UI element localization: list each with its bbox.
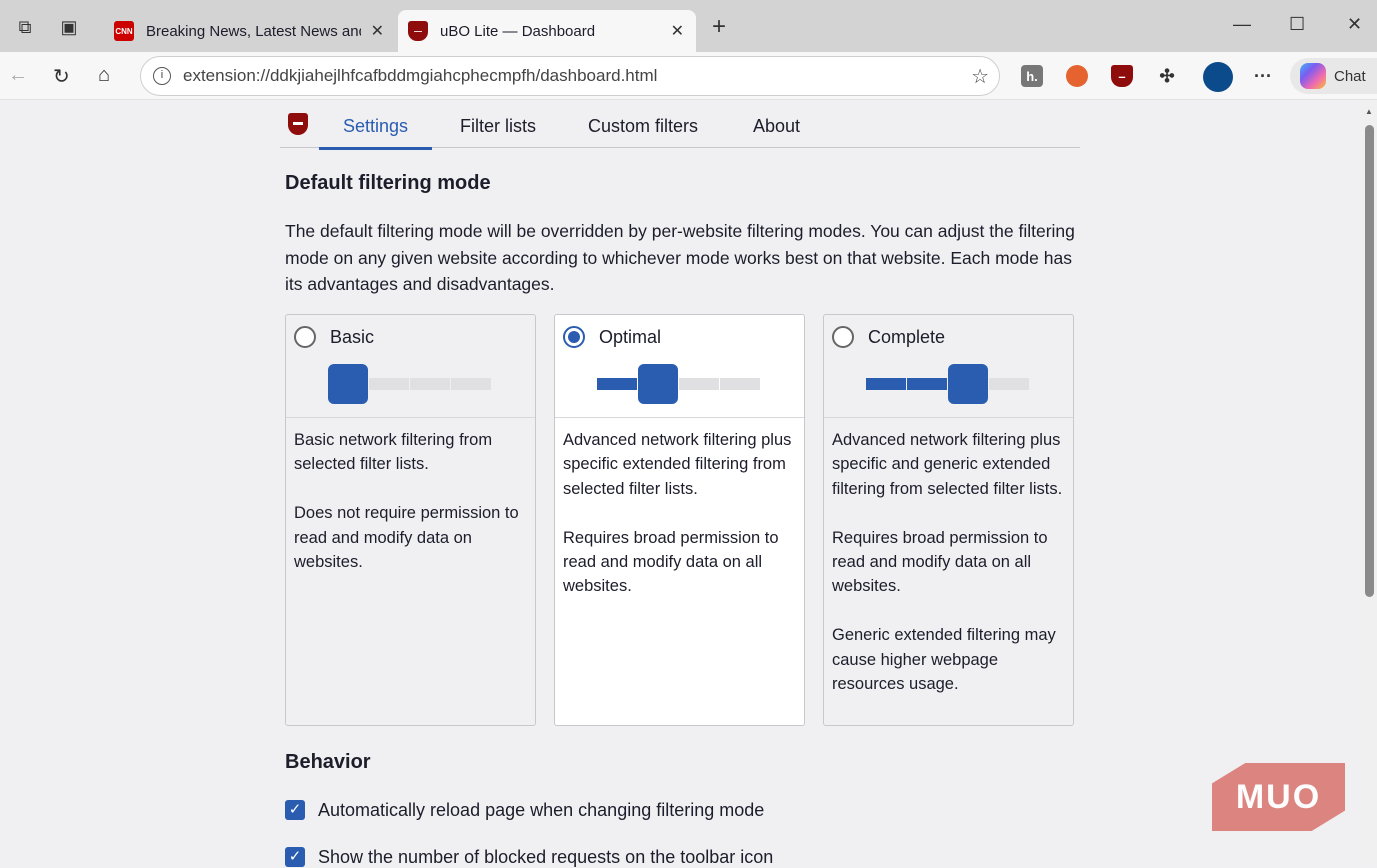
- badge-count-label: Show the number of blocked requests on t…: [318, 847, 774, 867]
- vertical-tabs-icon[interactable]: ▣: [58, 16, 80, 38]
- mode-label: Basic: [330, 327, 375, 347]
- mode-card-basic[interactable]: Basic Basic network filtering from select…: [285, 314, 536, 726]
- copilot-icon: [1300, 63, 1326, 89]
- filtering-heading: Default filtering mode: [285, 172, 491, 194]
- tab-custom-filters[interactable]: Custom filters: [588, 116, 698, 137]
- slider-thumb[interactable]: [328, 364, 368, 404]
- reload-checkbox[interactable]: ✓: [285, 800, 305, 820]
- slider-segment: [597, 378, 637, 390]
- mode-card-complete[interactable]: Complete Advanced network filtering plus …: [823, 314, 1074, 726]
- mode-description: Advanced network filtering plus specific…: [832, 431, 1063, 498]
- back-icon[interactable]: ←: [8, 64, 28, 87]
- tab-strip: ⧉ ▣ CNN Breaking News, Latest News and V…: [0, 0, 1377, 52]
- slider-segment: [866, 378, 906, 390]
- url-text: extension://ddkjiahejlhfcafbddmgiahcphec…: [183, 66, 658, 85]
- mode-radio[interactable]: [832, 326, 854, 348]
- mode-description: Requires broad permission to read and mo…: [563, 528, 779, 596]
- cnn-favicon: CNN: [114, 21, 134, 41]
- refresh-icon[interactable]: ↻: [53, 64, 70, 89]
- home-icon[interactable]: ⌂: [98, 64, 110, 87]
- slider-segment: [989, 378, 1029, 390]
- mode-description: Generic extended filtering may cause hig…: [832, 626, 1056, 694]
- behavior-heading: Behavior: [285, 751, 371, 773]
- mode-slider[interactable]: [866, 364, 1030, 404]
- tab-cnn[interactable]: CNN Breaking News, Latest News and Video…: [104, 10, 396, 52]
- slider-segment: [907, 378, 947, 390]
- mode-card-optimal[interactable]: Optimal Advanced network filtering plus s…: [554, 314, 805, 726]
- close-tab-icon[interactable]: ✕: [671, 21, 684, 41]
- slider-segment: [679, 378, 719, 390]
- dashboard-nav: Settings Filter lists Custom filters Abo…: [280, 101, 1080, 150]
- chat-label: Chat: [1334, 67, 1366, 85]
- tab-filter-lists[interactable]: Filter lists: [460, 116, 536, 137]
- scrollbar[interactable]: ▲: [1362, 101, 1377, 863]
- filtering-intro: The default filtering mode will be overr…: [285, 221, 1075, 294]
- slider-thumb[interactable]: [948, 364, 988, 404]
- mode-description: Requires broad permission to read and mo…: [832, 528, 1048, 596]
- honey-extension-icon[interactable]: h.: [1021, 65, 1043, 87]
- close-window-icon[interactable]: ✕: [1347, 14, 1362, 35]
- tab-settings[interactable]: Settings: [319, 116, 433, 150]
- mode-label: Complete: [868, 327, 946, 347]
- reload-label: Automatically reload page when changing …: [318, 800, 765, 820]
- mode-description: Does not require permission to read and …: [294, 504, 519, 572]
- slider-thumb[interactable]: [638, 364, 678, 404]
- tab-title: uBO Lite — Dashboard: [440, 22, 596, 40]
- duckduckgo-extension-icon[interactable]: [1066, 65, 1088, 87]
- mode-slider[interactable]: [597, 364, 761, 404]
- close-tab-icon[interactable]: ✕: [371, 21, 384, 41]
- badge-count-checkbox[interactable]: ✓: [285, 847, 305, 867]
- more-menu-icon[interactable]: ···: [1252, 65, 1274, 87]
- mode-label: Optimal: [599, 327, 662, 347]
- slider-segment: [451, 378, 491, 390]
- browser-toolbar: ← ↻ ⌂ i extension://ddkjiahejlhfcafbddmg…: [0, 52, 1377, 100]
- address-bar[interactable]: i extension://ddkjiahejlhfcafbddmgiahcph…: [140, 56, 1000, 96]
- dashboard-page: Settings Filter lists Custom filters Abo…: [0, 101, 1362, 867]
- tab-ubo-dashboard[interactable]: — uBO Lite — Dashboard ✕: [398, 10, 696, 52]
- new-tab-icon[interactable]: +: [708, 15, 730, 39]
- scroll-up-icon[interactable]: ▲: [1365, 107, 1373, 116]
- profile-avatar[interactable]: [1203, 62, 1233, 92]
- minimize-icon[interactable]: —: [1233, 14, 1251, 35]
- muo-watermark: MUO: [1212, 763, 1345, 831]
- extensions-puzzle-icon[interactable]: ✣: [1156, 65, 1178, 87]
- slider-segment: [369, 378, 409, 390]
- tab-title: Breaking News, Latest News and Videos: [146, 22, 361, 40]
- copilot-chat-button[interactable]: Chat: [1290, 58, 1377, 94]
- ubo-extension-icon[interactable]: –: [1111, 65, 1133, 87]
- mode-slider[interactable]: [328, 364, 492, 404]
- ubo-logo-icon: [288, 113, 308, 135]
- slider-segment: [410, 378, 450, 390]
- maximize-icon[interactable]: ☐: [1289, 14, 1305, 35]
- workspaces-icon[interactable]: ⧉: [14, 16, 36, 38]
- scrollbar-thumb[interactable]: [1365, 125, 1374, 597]
- mode-radio[interactable]: [563, 326, 585, 348]
- ubo-favicon: —: [408, 21, 428, 41]
- slider-segment: [720, 378, 760, 390]
- mode-description: Advanced network filtering plus specific…: [563, 431, 792, 498]
- tab-about[interactable]: About: [753, 116, 800, 137]
- info-icon[interactable]: i: [153, 67, 171, 85]
- favorite-star-icon[interactable]: ☆: [971, 64, 989, 89]
- mode-description: Basic network filtering from selected fi…: [294, 431, 493, 474]
- mode-radio[interactable]: [294, 326, 316, 348]
